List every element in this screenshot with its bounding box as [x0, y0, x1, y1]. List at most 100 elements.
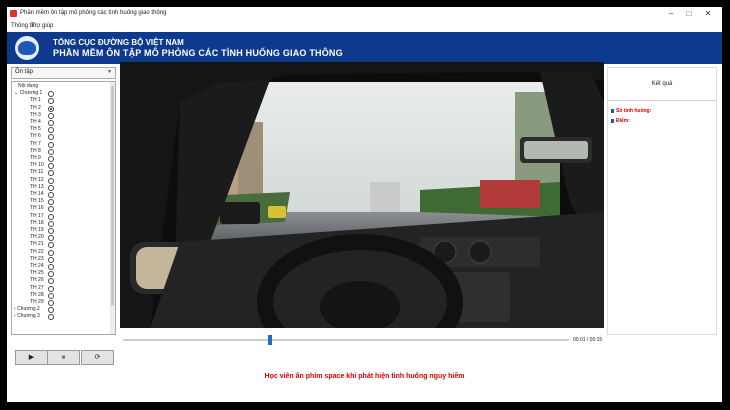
tree-item[interactable]: TH 6: [30, 133, 41, 140]
score-label: Điểm:: [611, 118, 630, 124]
timeline-knob[interactable]: [268, 335, 273, 345]
tree-item-label: TH 19: [30, 227, 44, 233]
tree-scrollbar[interactable]: [110, 82, 115, 334]
tree-item-label: TH 13: [30, 183, 44, 190]
tree-root-label: Nội dung: [18, 83, 39, 89]
situation-radio[interactable]: [48, 120, 54, 126]
playback-timeline[interactable]: [123, 339, 569, 341]
tree-item[interactable]: TH 27: [30, 285, 44, 292]
header-banner: TỔNG CỤC ĐƯỜNG BỘ VIỆT NAM PHẦN MỀM ÔN T…: [7, 32, 722, 64]
replay-button[interactable]: ⟳: [81, 350, 114, 365]
situation-radio[interactable]: [48, 134, 54, 141]
situation-radio[interactable]: [48, 199, 54, 206]
tree-item[interactable]: TH 8: [30, 148, 41, 155]
tree-item[interactable]: TH 15: [30, 198, 44, 205]
maximize-button[interactable]: □: [681, 9, 697, 19]
tree-item[interactable]: TH 2: [30, 105, 41, 112]
tree-item[interactable]: TH 5: [30, 126, 41, 133]
situation-radio[interactable]: [48, 242, 54, 249]
tree-item[interactable]: TH 13: [30, 184, 44, 191]
tree-item-label: TH 6: [30, 133, 41, 140]
banner-agency: TỔNG CỤC ĐƯỜNG BỘ VIỆT NAM: [53, 38, 184, 47]
tree-item[interactable]: TH 26: [30, 277, 44, 284]
situation-radio[interactable]: [48, 148, 54, 155]
situation-radio[interactable]: [48, 112, 54, 119]
tree-item[interactable]: TH 18: [30, 220, 44, 227]
pause-button[interactable]: ⏸: [47, 350, 80, 365]
scrollbar-thumb[interactable]: [111, 86, 114, 306]
situation-radio[interactable]: [48, 271, 54, 278]
situation-radio[interactable]: [48, 307, 54, 314]
tree-item[interactable]: TH 29: [30, 299, 44, 306]
app-window: Phần mềm ôn tập mô phỏng các tình huống …: [7, 7, 722, 402]
tree-item[interactable]: TH 14: [30, 191, 44, 198]
flag-icon: [611, 108, 614, 113]
tree-root[interactable]: Nội dung: [18, 83, 38, 90]
tree-item-label: TH 25: [30, 270, 44, 277]
tree-item[interactable]: TH 17: [30, 213, 44, 220]
result-panel: Kết quả Số tình huống: Điểm:: [607, 67, 717, 335]
play-button[interactable]: ▶: [15, 350, 48, 365]
tree-item[interactable]: TH 9: [30, 155, 41, 162]
situation-radio[interactable]: [48, 206, 54, 213]
situation-radio[interactable]: [48, 228, 54, 234]
replay-icon: ⟳: [94, 354, 101, 361]
situation-radio[interactable]: [48, 249, 54, 256]
tree-item[interactable]: TH 7: [30, 141, 41, 148]
tree-chapter-2-label: Chương 2: [17, 306, 40, 313]
tree-item[interactable]: TH 21: [30, 241, 44, 248]
situation-radio[interactable]: [48, 98, 54, 105]
situation-radio[interactable]: [48, 156, 54, 162]
situation-radio[interactable]: [48, 300, 54, 306]
tree-item[interactable]: TH 3: [30, 112, 41, 119]
menu-help[interactable]: Trợ giúp: [31, 23, 53, 29]
tree-chapter-2[interactable]: › Chương 2: [14, 306, 40, 313]
situation-radio[interactable]: [48, 184, 54, 191]
situation-radio[interactable]: [48, 177, 54, 184]
tree-item[interactable]: TH 25: [30, 270, 44, 277]
tree-chapter-1[interactable]: ⌄ Chương 1: [14, 90, 42, 97]
tree-item[interactable]: TH 16: [30, 205, 44, 212]
minimize-button[interactable]: –: [663, 9, 679, 19]
tree-item[interactable]: TH 28: [30, 292, 44, 299]
instruction-notice: Học viên ấn phím space khi phát hiện tìn…: [264, 373, 465, 380]
tree-item-label: TH 27: [30, 284, 44, 291]
tree-item-label: TH 14: [30, 191, 44, 197]
tree-item-label: TH 11: [30, 169, 44, 176]
close-button[interactable]: ✕: [700, 9, 716, 19]
situation-radio[interactable]: [48, 292, 54, 299]
situation-radio[interactable]: [48, 91, 54, 98]
tree-item[interactable]: TH 12: [30, 177, 44, 184]
situation-radio[interactable]: [48, 256, 54, 263]
tree-item-label: TH 3: [30, 111, 41, 118]
situation-radio[interactable]: [48, 235, 54, 242]
situation-radio[interactable]: [48, 127, 54, 134]
mode-select[interactable]: Ôn tập ▼: [11, 67, 116, 79]
menu-bar: Thông tin Trợ giúp: [7, 21, 722, 32]
situation-radio[interactable]: [48, 285, 54, 292]
situation-radio[interactable]: [48, 213, 54, 220]
situation-radio[interactable]: [48, 163, 54, 170]
tree-item[interactable]: TH 23: [30, 256, 44, 263]
situation-radio[interactable]: [48, 278, 54, 285]
situation-radio[interactable]: [48, 170, 54, 177]
situation-radio[interactable]: [48, 314, 54, 321]
tree-item[interactable]: TH 24: [30, 263, 44, 270]
flag-icon: [611, 118, 614, 123]
tree-item[interactable]: TH 10: [30, 162, 44, 169]
tree-item-label: TH 21: [30, 241, 44, 248]
situation-radio[interactable]: [48, 264, 54, 270]
situation-radio[interactable]: [48, 105, 54, 112]
tree-item[interactable]: TH 1: [30, 97, 41, 104]
situation-radio[interactable]: [48, 220, 54, 227]
situation-radio[interactable]: [48, 141, 54, 148]
tree-item[interactable]: TH 4: [30, 119, 41, 126]
tree-item[interactable]: TH 22: [30, 249, 44, 256]
tree-item[interactable]: TH 11: [30, 169, 43, 176]
simulation-video[interactable]: [120, 62, 604, 328]
situation-radio[interactable]: [48, 192, 54, 198]
tree-item[interactable]: TH 20: [30, 234, 44, 241]
tree-item[interactable]: TH 19: [30, 227, 44, 234]
tree-chapter-3[interactable]: › Chương 3: [14, 313, 40, 320]
tree-item-label: TH 29: [30, 299, 44, 305]
